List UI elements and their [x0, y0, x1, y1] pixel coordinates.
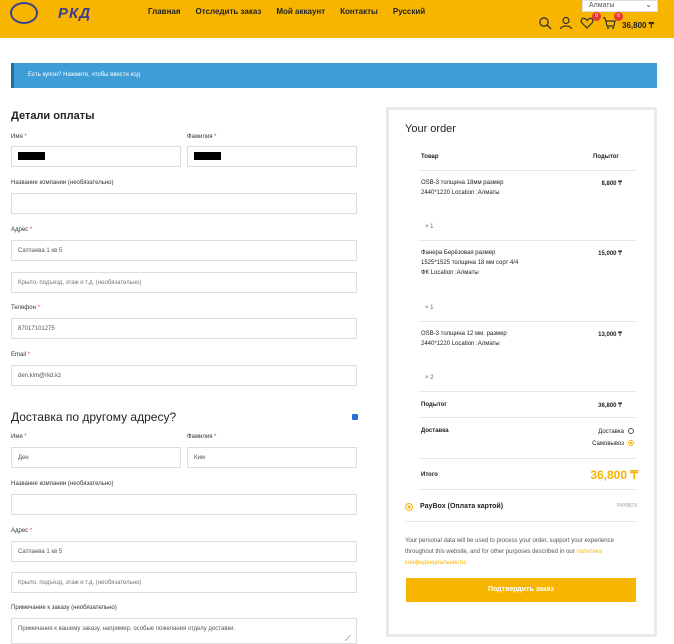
billing-last-name-input[interactable] [187, 146, 357, 167]
billing-phone-input[interactable]: 87017101275 [11, 318, 357, 339]
order-item-price: 13,000 ₸ [598, 332, 622, 338]
resize-handle-icon[interactable]: ⟋ [345, 634, 351, 644]
site-header: РКД Главная Отследить заказ Мой аккаунт … [0, 0, 674, 38]
billing-first-name-input[interactable] [11, 146, 181, 167]
billing-phone-label: Телефон * [11, 305, 40, 311]
billing-email-label: Email * [11, 352, 31, 358]
nav-item-track-order[interactable]: Отследить заказ [196, 7, 262, 16]
search-icon[interactable] [538, 16, 552, 30]
redacted-value [18, 152, 45, 160]
order-item-name: Фанера Берёзовая размер 1525*1525 толщин… [421, 250, 519, 276]
nav-item-contacts[interactable]: Контакты [340, 7, 378, 16]
coupon-text[interactable]: Есть купон? Нажмите, чтобы ввести код [28, 72, 140, 78]
user-icon[interactable] [559, 16, 573, 30]
order-item-price: 15,000 ₸ [598, 251, 622, 257]
logo[interactable]: РКД [8, 2, 98, 28]
chevron-down-icon: ⌄ [645, 0, 652, 9]
privacy-notice: Your personal data will be used to proce… [405, 538, 614, 566]
divider [418, 240, 636, 241]
coupon-notice[interactable]: Есть купон? Нажмите, чтобы ввести код [11, 63, 657, 88]
main-nav: Главная Отследить заказ Мой аккаунт Конт… [148, 7, 440, 16]
wishlist-count-badge: 0 [592, 12, 601, 21]
divider [418, 321, 636, 322]
order-item-name: OSB-3 толщина 18мм размер 2440*1220 Loca… [421, 180, 504, 196]
radio-selected-icon[interactable] [628, 440, 634, 446]
shipping-label: Доставка [421, 428, 449, 434]
shipping-last-name-input[interactable]: Ким [187, 447, 357, 468]
billing-company-label: Название компании (необязательно) [11, 180, 114, 186]
shipping-company-label: Название компании (необязательно) [11, 481, 114, 487]
billing-address-label: Адрес * [11, 227, 33, 233]
order-item-qty: × 2 [425, 375, 434, 381]
divider [418, 391, 636, 392]
cart-count-badge: 6 [614, 12, 623, 21]
cart-total[interactable]: 36,800 ₸ [622, 21, 654, 30]
shipping-address-label: Адрес * [11, 528, 33, 534]
billing-address-input[interactable]: Сатпаева 1 кв 5 [11, 240, 357, 261]
billing-email-input[interactable]: den.kim@rkd.kz [11, 365, 357, 386]
divider [418, 170, 636, 171]
order-notes-textarea[interactable]: Примечания к вашему заказу, например, ос… [11, 618, 357, 644]
logo-emblem-icon [10, 2, 38, 24]
shipping-option-delivery[interactable]: Доставка [598, 428, 634, 435]
billing-address2-input[interactable]: Крыло, подъезд, этаж и т.д. (необязатель… [11, 272, 357, 293]
shipping-first-name-label: Имя * [11, 434, 27, 440]
divider [405, 521, 637, 522]
order-item-name: OSB-3 толщина 12 мм. размер 2440*1220 Lo… [421, 331, 507, 347]
billing-title: Детали оплаты [11, 110, 95, 122]
shipping-title: Доставка по другому адресу? [11, 410, 177, 424]
subtotal-value: 36,800 ₸ [598, 403, 622, 409]
shipping-address2-input[interactable]: Крыло, подъезд, этаж и т.д. (необязатель… [11, 572, 357, 593]
total-label: Итого [421, 472, 438, 478]
order-notes-label: Примечание к заказу (необязательно) [11, 605, 117, 611]
order-col-subtotal: Подытог [593, 154, 619, 160]
order-title: Your order [405, 123, 456, 135]
paybox-logo: PAYBOX [617, 503, 638, 509]
shipping-option-pickup[interactable]: Самовывоз [592, 440, 634, 447]
billing-company-input[interactable] [11, 193, 357, 214]
order-col-product: Товар [421, 154, 439, 160]
payment-radio-selected-icon[interactable] [405, 503, 413, 511]
divider [418, 417, 636, 418]
nav-item-my-account[interactable]: Мой аккаунт [276, 7, 325, 16]
order-item-qty: × 1 [425, 305, 434, 311]
shipping-address-input[interactable]: Сатпаева 1 кв 5 [11, 541, 357, 562]
billing-last-name-label: Фамилия * [187, 134, 217, 140]
order-item-price: 8,800 ₸ [601, 181, 623, 187]
divider [418, 458, 636, 459]
city-select[interactable]: Алматы ⌄ [582, 0, 658, 12]
total-value: 36,800 ₸ [590, 468, 638, 482]
order-item-qty: × 1 [425, 224, 434, 230]
shipping-company-input[interactable] [11, 494, 357, 515]
city-select-value: Алматы [589, 2, 615, 9]
ship-to-different-address-checkbox[interactable] [352, 414, 358, 420]
radio-icon[interactable] [628, 428, 634, 434]
place-order-button[interactable]: Подтвердить заказ [406, 578, 636, 602]
logo-text: РКД [58, 5, 92, 22]
billing-first-name-label: Имя * [11, 134, 27, 140]
payment-method-label[interactable]: PayBox (Оплата картой) [420, 503, 503, 510]
shipping-last-name-label: Фамилия * [187, 434, 217, 440]
nav-item-home[interactable]: Главная [148, 7, 181, 16]
subtotal-label: Подытог [421, 402, 447, 408]
nav-item-language[interactable]: Русский [393, 7, 425, 16]
redacted-value [194, 152, 221, 160]
shipping-first-name-input[interactable]: Ден [11, 447, 181, 468]
divider [418, 489, 636, 490]
